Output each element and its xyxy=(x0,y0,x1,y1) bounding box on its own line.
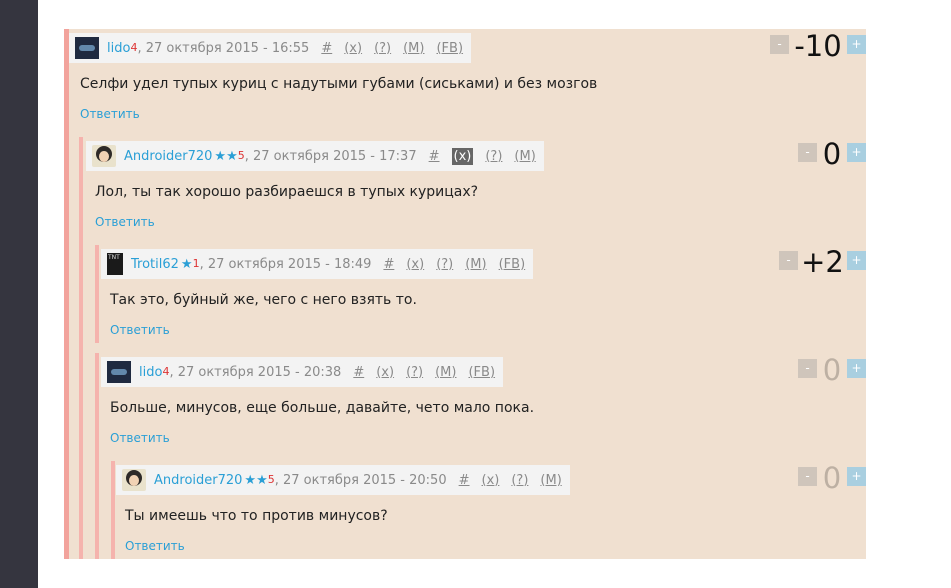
report-link[interactable]: (?) xyxy=(485,149,502,164)
vote-widget: - 0 + xyxy=(798,136,866,176)
comment-score: 0 xyxy=(822,461,842,495)
vote-up-button[interactable]: + xyxy=(847,143,866,162)
username-link[interactable]: Androider720 xyxy=(154,473,242,488)
delete-link[interactable]: (x) xyxy=(406,257,424,272)
user-stars: ★ xyxy=(180,256,193,272)
comment-date: , 27 октября 2015 - 17:37 xyxy=(244,148,417,164)
comment-header: lido 4, 27 октября 2015 - 20:38 # (x) (?)… xyxy=(101,357,504,387)
reply-link[interactable]: Ответить xyxy=(80,107,140,121)
tnt-avatar-icon[interactable] xyxy=(107,253,123,275)
left-sidebar xyxy=(0,0,38,588)
vote-down-button[interactable]: - xyxy=(798,467,817,486)
message-link[interactable]: (M) xyxy=(465,257,486,272)
facebook-link[interactable]: (FB) xyxy=(468,365,495,380)
comment-date: , 27 октября 2015 - 16:55 xyxy=(137,40,310,56)
username-link[interactable]: Trotil62 xyxy=(131,257,179,272)
vote-up-button[interactable]: + xyxy=(847,467,866,486)
vote-down-button[interactable]: - xyxy=(798,359,817,378)
message-link[interactable]: (M) xyxy=(435,365,456,380)
facebook-link[interactable]: (FB) xyxy=(499,257,526,272)
comment-header: Androider720 ★★ 5, 27 октября 2015 - 17:37… xyxy=(86,141,544,171)
message-link[interactable]: (M) xyxy=(514,149,535,164)
message-link[interactable]: (M) xyxy=(403,41,424,56)
space-avatar-icon[interactable] xyxy=(107,361,131,383)
space-avatar-icon[interactable] xyxy=(75,37,99,59)
vote-down-button[interactable]: - xyxy=(798,143,817,162)
vote-down-button[interactable]: - xyxy=(779,251,798,270)
girl-avatar-icon[interactable] xyxy=(122,469,146,491)
facebook-link[interactable]: (FB) xyxy=(436,41,463,56)
comment-date: , 27 октября 2015 - 20:50 xyxy=(274,472,447,488)
comment-score: +2 xyxy=(801,245,844,279)
vote-widget: - -10 + xyxy=(770,28,866,68)
comment-text: Ты имеешь что то против минусов? xyxy=(125,508,388,524)
reply-link[interactable]: Ответить xyxy=(110,431,170,445)
vote-up-button[interactable]: + xyxy=(847,35,866,54)
report-link[interactable]: (?) xyxy=(406,365,423,380)
permalink-link[interactable]: # xyxy=(353,365,364,380)
report-link[interactable]: (?) xyxy=(511,473,528,488)
vote-widget: - 0 + xyxy=(798,352,866,392)
comment-header: Androider720 ★★ 5, 27 октября 2015 - 20:50… xyxy=(116,465,570,495)
vote-widget: - 0 + xyxy=(798,460,866,500)
delete-link[interactable]: (x) xyxy=(376,365,394,380)
comment-text: Так это, буйный же, чего с него взять то… xyxy=(110,292,417,308)
permalink-link[interactable]: # xyxy=(321,41,332,56)
permalink-link[interactable]: # xyxy=(383,257,394,272)
comment-header: lido 4, 27 октября 2015 - 16:55 # (x) (?)… xyxy=(69,33,472,63)
vote-up-button[interactable]: + xyxy=(847,359,866,378)
permalink-link[interactable]: # xyxy=(459,473,470,488)
delete-link[interactable]: (x) xyxy=(451,147,474,165)
permalink-link[interactable]: # xyxy=(429,149,440,164)
comment-text: Лол, ты так хорошо разбираешся в тупых к… xyxy=(95,184,479,200)
user-stars: ★★ xyxy=(214,148,238,164)
delete-link[interactable]: (x) xyxy=(482,473,500,488)
username-link[interactable]: Androider720 xyxy=(124,149,212,164)
girl-avatar-icon[interactable] xyxy=(92,145,116,167)
comment-date: , 27 октября 2015 - 20:38 xyxy=(169,364,342,380)
report-link[interactable]: (?) xyxy=(374,41,391,56)
message-link[interactable]: (M) xyxy=(540,473,561,488)
report-link[interactable]: (?) xyxy=(436,257,453,272)
user-stars: ★★ xyxy=(244,472,268,488)
comment-score: -10 xyxy=(794,29,842,63)
comment-header: Trotil62★1, 27 октября 2015 - 18:49 # (x… xyxy=(101,249,534,279)
comment-score: 0 xyxy=(822,137,842,171)
vote-up-button[interactable]: + xyxy=(847,251,866,270)
comment-text: Больше, минусов, еще больше, давайте, че… xyxy=(110,400,535,416)
reply-link[interactable]: Ответить xyxy=(110,323,170,337)
reply-link[interactable]: Ответить xyxy=(125,539,185,553)
reply-link[interactable]: Ответить xyxy=(95,215,155,229)
comment-date: , 27 октября 2015 - 18:49 xyxy=(199,256,372,272)
comment-score: 0 xyxy=(822,353,842,387)
delete-link[interactable]: (x) xyxy=(344,41,362,56)
vote-down-button[interactable]: - xyxy=(770,35,789,54)
comment-text: Селфи удел тупых куриц с надутыми губами… xyxy=(80,76,598,92)
username-link[interactable]: lido xyxy=(107,41,130,56)
vote-widget: - +2 + xyxy=(779,244,866,284)
username-link[interactable]: lido xyxy=(139,365,162,380)
